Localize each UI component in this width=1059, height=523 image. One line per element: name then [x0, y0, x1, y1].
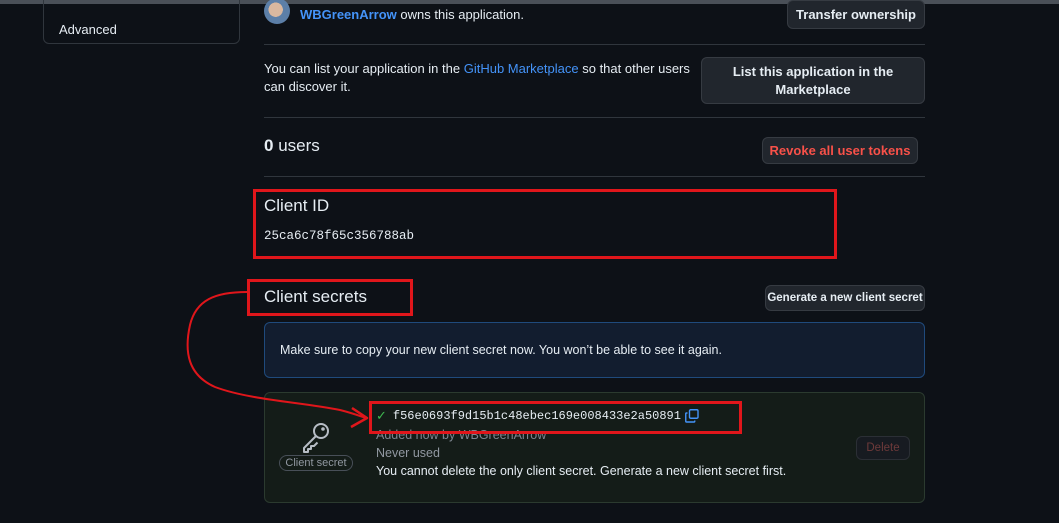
client-secrets-highlight	[247, 279, 413, 316]
divider	[264, 117, 925, 118]
secret-value-highlight	[369, 401, 742, 434]
sidebar-item-advanced[interactable]: Advanced	[59, 22, 117, 37]
avatar[interactable]	[264, 0, 290, 24]
users-count: 0 users	[264, 136, 320, 156]
divider	[264, 44, 925, 45]
flash-message: Make sure to copy your new client secret…	[280, 343, 722, 357]
users-count-label: users	[273, 136, 320, 155]
list-marketplace-button[interactable]: List this application in the Marketplace	[701, 57, 925, 104]
key-icon	[303, 423, 329, 453]
owner-text: WBGreenArrow owns this application.	[300, 7, 524, 22]
revoke-tokens-button[interactable]: Revoke all user tokens	[762, 137, 918, 164]
secret-usage: Never used	[376, 446, 440, 460]
copy-secret-flash: Make sure to copy your new client secret…	[264, 322, 925, 378]
owner-suffix: owns this application.	[396, 6, 524, 22]
secret-delete-note: You cannot delete the only client secret…	[376, 464, 787, 478]
divider	[264, 176, 925, 177]
github-marketplace-link[interactable]: GitHub Marketplace	[464, 61, 579, 76]
owner-link[interactable]: WBGreenArrow	[300, 7, 397, 22]
transfer-ownership-button[interactable]: Transfer ownership	[787, 0, 925, 29]
marketplace-text-before: You can list your application in the	[264, 61, 464, 76]
client-secret-label: Client secret	[279, 455, 353, 471]
generate-secret-button[interactable]: Generate a new client secret	[765, 285, 925, 311]
settings-sidebar: Advanced	[43, 0, 240, 44]
marketplace-text: You can list your application in the Git…	[264, 60, 709, 96]
delete-secret-button[interactable]: Delete	[856, 436, 910, 460]
owner-row: WBGreenArrow owns this application.	[264, 0, 524, 26]
client-id-highlight	[253, 189, 837, 259]
